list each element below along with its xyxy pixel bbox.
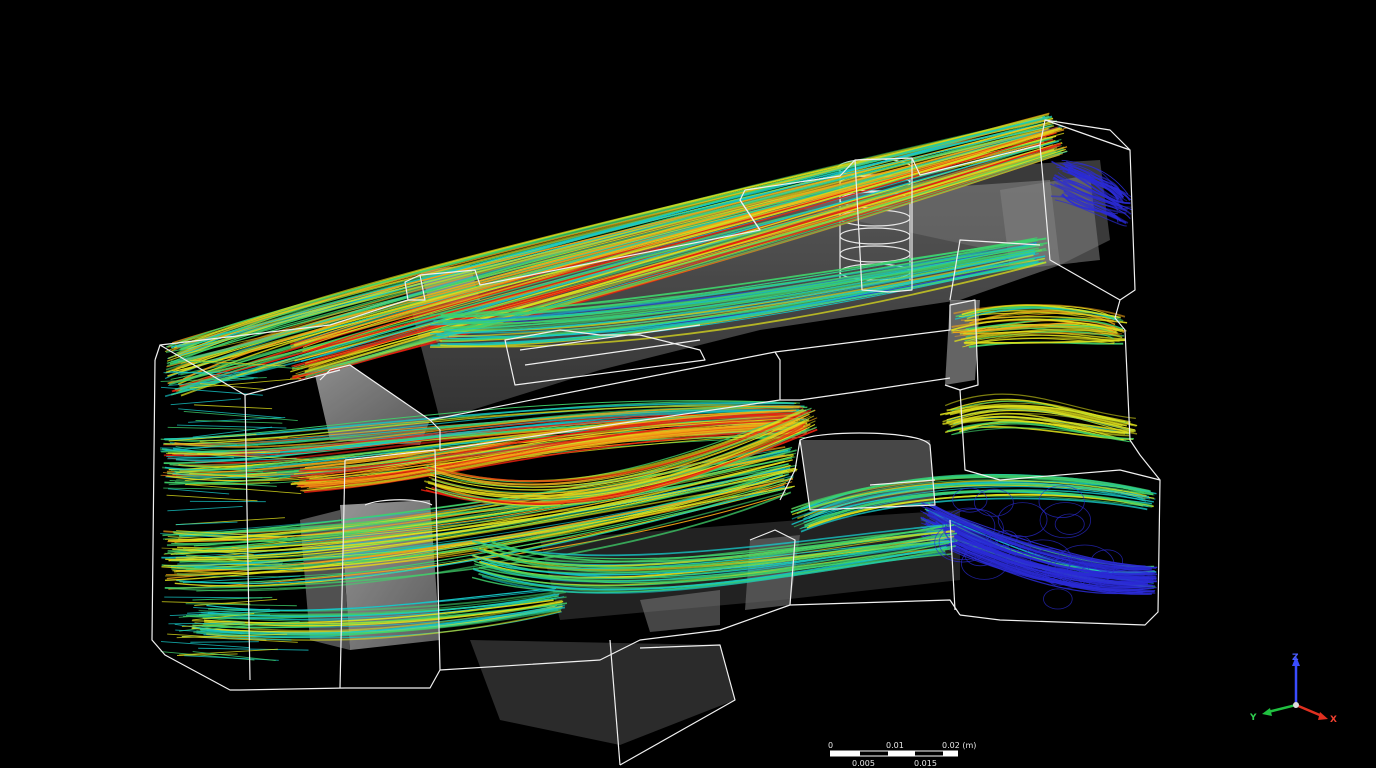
x-axis-arrowhead bbox=[1318, 712, 1328, 720]
scale-tick-label: 0.01 bbox=[886, 741, 904, 750]
streamline bbox=[194, 404, 273, 410]
x-axis-arrow bbox=[1295, 703, 1323, 718]
streamline bbox=[198, 647, 309, 651]
streamline bbox=[195, 419, 283, 424]
streamline bbox=[167, 488, 230, 495]
streamline bbox=[1054, 513, 1085, 535]
streamline bbox=[1043, 588, 1073, 610]
scale-tick-label: 0 bbox=[828, 741, 833, 750]
streamline bbox=[183, 410, 298, 421]
y-axis-arrowhead bbox=[1262, 708, 1272, 716]
streamline bbox=[167, 505, 243, 512]
streamline bbox=[170, 398, 241, 406]
scale-bar: 0 0.01 0.02 (m) 0.005 0.015 bbox=[828, 741, 976, 768]
streamline bbox=[974, 488, 1014, 517]
streamline bbox=[178, 408, 282, 419]
streamline bbox=[166, 494, 258, 502]
triad-origin bbox=[1293, 702, 1299, 708]
x-axis-label: X bbox=[1330, 715, 1337, 725]
streamline-scene[interactable]: 0 0.01 0.02 (m) 0.005 0.015 Z Y X bbox=[0, 0, 1376, 768]
scale-tick-label: 0.02 (m) bbox=[942, 741, 976, 750]
scale-bar-segment bbox=[915, 751, 943, 756]
streamline bbox=[190, 641, 259, 643]
y-axis-label: Y bbox=[1249, 713, 1257, 723]
y-axis-arrow bbox=[1267, 703, 1297, 714]
streamline bbox=[177, 562, 283, 565]
streamline bbox=[167, 426, 256, 430]
scale-tick-label: 0.005 bbox=[852, 759, 875, 768]
axis-triad[interactable]: Z Y X bbox=[1249, 653, 1337, 725]
3d-viewport[interactable]: 0 0.01 0.02 (m) 0.005 0.015 Z Y X bbox=[0, 0, 1376, 768]
scale-bar-segment bbox=[860, 751, 888, 756]
z-axis-label: Z bbox=[1292, 653, 1299, 663]
scale-tick-label: 0.015 bbox=[914, 759, 937, 768]
